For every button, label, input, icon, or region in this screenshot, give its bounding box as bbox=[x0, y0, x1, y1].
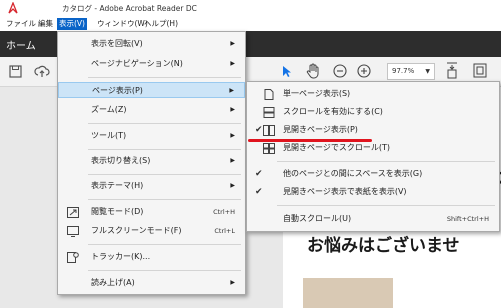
menu-bar: ファイル 編集 表示(V) ウィンドウ(W) ヘルプ(H) bbox=[0, 17, 501, 31]
red-underline-annotation bbox=[248, 139, 372, 142]
menu-item-rotate-view[interactable]: 表示を回転(V) ▶ bbox=[58, 36, 245, 52]
zoom-out-icon[interactable] bbox=[333, 64, 347, 78]
read-mode-icon bbox=[67, 207, 79, 218]
title-bar: カタログ - Adobe Acrobat Reader DC bbox=[0, 0, 501, 17]
submenu-arrow-icon: ▶ bbox=[230, 157, 235, 164]
menu-item-fullscreen-mode[interactable]: フルスクリーンモード(F) Ctrl+L bbox=[58, 223, 245, 239]
chevron-down-icon: ▼ bbox=[425, 68, 430, 75]
menu-item-show-cover-page[interactable]: ✔ 見開きページ表示で表紙を表示(V) bbox=[247, 184, 499, 200]
menu-separator bbox=[277, 205, 495, 206]
shortcut-text: Ctrl+H bbox=[213, 208, 235, 216]
menu-item-page-navigation[interactable]: ページナビゲーション(N) ▶ bbox=[58, 56, 245, 72]
document-photo bbox=[303, 278, 393, 308]
zoom-level-select[interactable]: 97.7% ▼ bbox=[387, 63, 435, 80]
submenu-arrow-icon: ▶ bbox=[230, 279, 235, 286]
submenu-arrow-icon: ▶ bbox=[230, 182, 235, 189]
menu-file[interactable]: ファイル bbox=[4, 18, 38, 30]
menu-item-two-page-view[interactable]: ✔ 見開きページ表示(P) bbox=[247, 122, 499, 138]
tracker-icon bbox=[67, 252, 79, 263]
submenu-arrow-icon: ▶ bbox=[229, 87, 234, 94]
menu-separator bbox=[88, 77, 241, 78]
two-page-icon bbox=[263, 125, 275, 136]
menu-separator bbox=[277, 161, 495, 162]
menu-item-read-aloud[interactable]: 読み上げ(A) ▶ bbox=[58, 275, 245, 291]
menu-edit[interactable]: 編集 bbox=[36, 18, 55, 30]
shortcut-text: Ctrl+L bbox=[214, 227, 235, 235]
menu-item-show-gaps[interactable]: ✔ 他のページとの間にスペースを表示(G) bbox=[247, 166, 499, 182]
zoom-level-value: 97.7% bbox=[392, 67, 415, 75]
menu-separator bbox=[88, 244, 241, 245]
view-menu: 表示を回転(V) ▶ ページナビゲーション(N) ▶ ページ表示(P) ▶ ズー… bbox=[57, 31, 246, 295]
menu-help[interactable]: ヘルプ(H) bbox=[142, 18, 180, 30]
menu-view[interactable]: 表示(V) bbox=[57, 18, 87, 30]
menu-item-tracker[interactable]: トラッカー(K)... bbox=[58, 249, 245, 265]
menu-item-read-mode[interactable]: 閲覧モード(D) Ctrl+H bbox=[58, 204, 245, 220]
checkmark-icon: ✔ bbox=[255, 187, 263, 197]
menu-item-display-theme[interactable]: 表示テーマ(H) ▶ bbox=[58, 178, 245, 194]
menu-item-zoom[interactable]: ズーム(Z) ▶ bbox=[58, 102, 245, 118]
menu-separator bbox=[88, 174, 241, 175]
menu-item-enable-scrolling[interactable]: スクロールを有効にする(C) bbox=[247, 104, 499, 120]
menu-item-page-display[interactable]: ページ表示(P) ▶ bbox=[58, 82, 245, 98]
menu-item-show-hide[interactable]: 表示切り替え(S) ▶ bbox=[58, 153, 245, 169]
select-arrow-icon[interactable] bbox=[282, 65, 292, 78]
acrobat-logo-icon bbox=[8, 2, 18, 14]
menu-separator bbox=[88, 149, 241, 150]
upload-cloud-icon[interactable] bbox=[34, 63, 50, 79]
window-title: カタログ - Adobe Acrobat Reader DC bbox=[62, 4, 197, 13]
checkmark-icon: ✔ bbox=[255, 169, 263, 179]
checkmark-icon: ✔ bbox=[255, 125, 263, 135]
submenu-arrow-icon: ▶ bbox=[230, 132, 235, 139]
two-page-scrolling-icon bbox=[263, 143, 275, 154]
page-view-icon[interactable] bbox=[473, 63, 487, 78]
save-icon[interactable] bbox=[9, 65, 22, 78]
scrolling-pages-icon bbox=[263, 107, 275, 118]
menu-item-tools[interactable]: ツール(T) ▶ bbox=[58, 128, 245, 144]
tab-home[interactable]: ホーム bbox=[6, 37, 36, 52]
menu-separator bbox=[88, 270, 241, 271]
menu-item-single-page[interactable]: 単一ページ表示(S) bbox=[247, 86, 499, 102]
submenu-arrow-icon: ▶ bbox=[230, 60, 235, 67]
shortcut-text: Shift+Ctrl+H bbox=[446, 215, 489, 223]
fullscreen-icon bbox=[67, 226, 79, 237]
fit-page-icon[interactable] bbox=[446, 62, 458, 79]
menu-item-auto-scroll[interactable]: 自動スクロール(U) Shift+Ctrl+H bbox=[247, 211, 499, 227]
single-page-icon bbox=[264, 89, 274, 100]
submenu-arrow-icon: ▶ bbox=[230, 40, 235, 47]
menu-separator bbox=[88, 123, 241, 124]
hand-tool-icon[interactable] bbox=[306, 63, 320, 79]
menu-separator bbox=[88, 199, 241, 200]
submenu-arrow-icon: ▶ bbox=[230, 106, 235, 113]
menu-item-two-page-scrolling[interactable]: 見開きページでスクロール(T) bbox=[247, 140, 499, 156]
document-text-line-3: お悩みはございませ bbox=[307, 236, 460, 256]
page-display-submenu: 単一ページ表示(S) スクロールを有効にする(C) ✔ 見開きページ表示(P) … bbox=[246, 81, 500, 232]
zoom-in-icon[interactable] bbox=[357, 64, 371, 78]
